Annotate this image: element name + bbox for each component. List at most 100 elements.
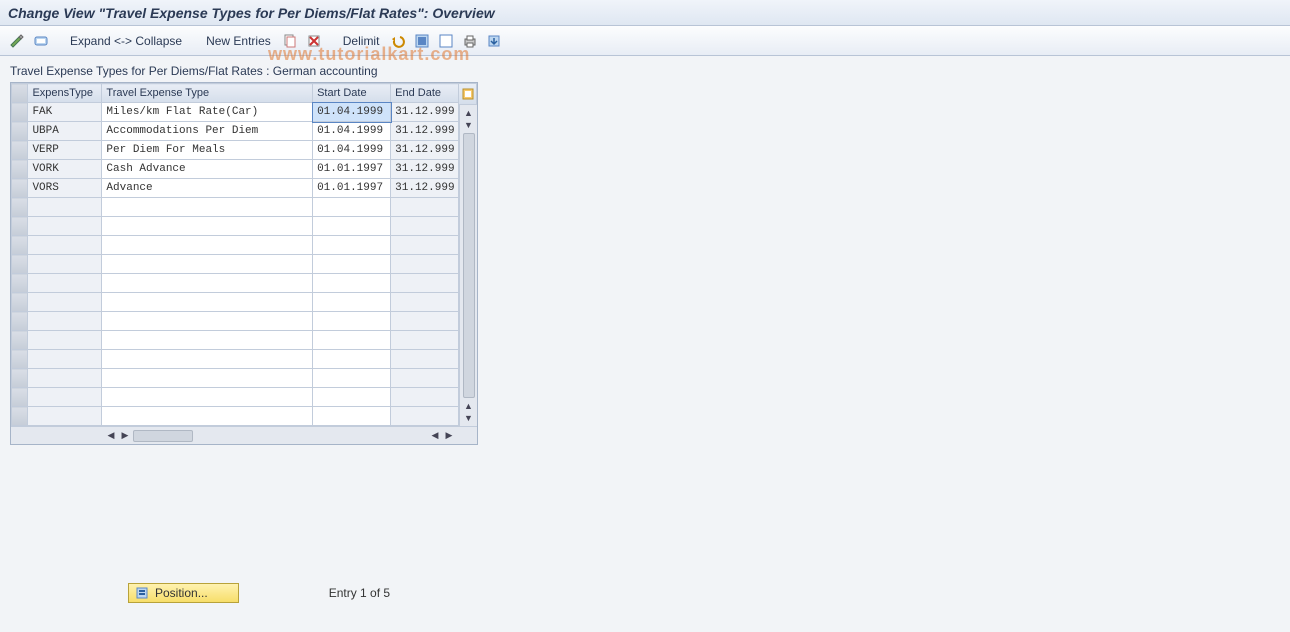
cell-empty[interactable] (313, 350, 391, 369)
scroll-thumb[interactable] (463, 133, 475, 398)
scroll-up-step-icon[interactable]: ▲ (463, 400, 475, 412)
col-end-date[interactable]: End Date (391, 84, 459, 103)
row-selector[interactable] (12, 388, 28, 407)
hscroll-thumb[interactable] (133, 430, 193, 442)
cell-empty[interactable] (28, 255, 102, 274)
row-selector[interactable] (12, 198, 28, 217)
cell-end-date[interactable]: 31.12.999 (391, 122, 459, 141)
cell-empty[interactable] (102, 350, 313, 369)
row-selector[interactable] (12, 217, 28, 236)
cell-start-date[interactable]: 01.01.1997 (313, 160, 391, 179)
cell-empty[interactable] (28, 293, 102, 312)
cell-start-date[interactable]: 01.04.1999 (313, 103, 391, 122)
table-configure-icon[interactable] (459, 83, 477, 105)
cell-empty[interactable] (102, 407, 313, 426)
row-selector[interactable] (12, 312, 28, 331)
cell-empty[interactable] (28, 274, 102, 293)
cell-expenstype[interactable]: FAK (28, 103, 102, 122)
cell-empty[interactable] (391, 369, 459, 388)
hscroll-left-icon[interactable]: ◀ (105, 430, 117, 442)
hscroll-left-step-icon[interactable]: ◀ (429, 430, 441, 442)
cell-empty[interactable] (102, 331, 313, 350)
cell-empty[interactable] (28, 236, 102, 255)
row-selector[interactable] (12, 274, 28, 293)
cell-empty[interactable] (313, 236, 391, 255)
cell-travel-expense-type[interactable]: Accommodations Per Diem (102, 122, 313, 141)
cell-empty[interactable] (391, 312, 459, 331)
cell-empty[interactable] (391, 407, 459, 426)
cell-empty[interactable] (28, 388, 102, 407)
row-selector[interactable] (12, 369, 28, 388)
cell-empty[interactable] (391, 350, 459, 369)
deselect-all-icon[interactable] (437, 32, 455, 50)
cell-empty[interactable] (391, 274, 459, 293)
cell-travel-expense-type[interactable]: Miles/km Flat Rate(Car) (102, 103, 313, 122)
cell-empty[interactable] (313, 331, 391, 350)
cell-empty[interactable] (28, 312, 102, 331)
cell-empty[interactable] (313, 217, 391, 236)
col-start-date[interactable]: Start Date (313, 84, 391, 103)
scroll-down-step-icon[interactable]: ▼ (463, 119, 475, 131)
cell-empty[interactable] (28, 350, 102, 369)
delimit-button[interactable]: Delimit (339, 32, 384, 50)
col-expenstype[interactable]: ExpensType (28, 84, 102, 103)
new-entries-button[interactable]: New Entries (202, 32, 275, 50)
cell-empty[interactable] (313, 369, 391, 388)
cell-expenstype[interactable]: VERP (28, 141, 102, 160)
cell-empty[interactable] (313, 274, 391, 293)
cell-empty[interactable] (28, 198, 102, 217)
row-selector[interactable] (12, 350, 28, 369)
vertical-scrollbar[interactable]: ▲ ▼ ▲ ▼ (459, 105, 477, 426)
row-selector-header[interactable] (12, 84, 28, 103)
cell-empty[interactable] (313, 293, 391, 312)
row-selector[interactable] (12, 407, 28, 426)
export-icon[interactable] (485, 32, 503, 50)
cell-empty[interactable] (391, 388, 459, 407)
cell-empty[interactable] (313, 407, 391, 426)
cell-empty[interactable] (102, 293, 313, 312)
row-selector[interactable] (12, 141, 28, 160)
cell-end-date[interactable]: 31.12.999 (391, 179, 459, 198)
cell-travel-expense-type[interactable]: Advance (102, 179, 313, 198)
cell-empty[interactable] (391, 236, 459, 255)
cell-start-date[interactable]: 01.04.1999 (313, 122, 391, 141)
cell-empty[interactable] (102, 369, 313, 388)
row-selector[interactable] (12, 103, 28, 122)
hscroll-right-step-icon[interactable]: ▶ (119, 430, 131, 442)
cell-empty[interactable] (28, 331, 102, 350)
cell-empty[interactable] (102, 255, 313, 274)
other-view-icon[interactable] (32, 32, 50, 50)
cell-end-date[interactable]: 31.12.999 (391, 160, 459, 179)
cell-expenstype[interactable]: VORS (28, 179, 102, 198)
cell-expenstype[interactable]: VORK (28, 160, 102, 179)
cell-expenstype[interactable]: UBPA (28, 122, 102, 141)
cell-empty[interactable] (313, 388, 391, 407)
cell-empty[interactable] (313, 312, 391, 331)
cell-end-date[interactable]: 31.12.999 (391, 103, 459, 122)
row-selector[interactable] (12, 236, 28, 255)
cell-empty[interactable] (102, 274, 313, 293)
hscroll-right-icon[interactable]: ▶ (443, 430, 455, 442)
cell-empty[interactable] (391, 293, 459, 312)
copy-icon[interactable] (281, 32, 299, 50)
delete-icon[interactable] (305, 32, 323, 50)
cell-empty[interactable] (391, 198, 459, 217)
undo-icon[interactable] (389, 32, 407, 50)
cell-empty[interactable] (313, 255, 391, 274)
row-selector[interactable] (12, 122, 28, 141)
scroll-down-icon[interactable]: ▼ (463, 412, 475, 424)
cell-empty[interactable] (28, 217, 102, 236)
cell-empty[interactable] (391, 331, 459, 350)
row-selector[interactable] (12, 331, 28, 350)
cell-empty[interactable] (391, 255, 459, 274)
row-selector[interactable] (12, 255, 28, 274)
cell-empty[interactable] (102, 198, 313, 217)
row-selector[interactable] (12, 293, 28, 312)
print-icon[interactable] (461, 32, 479, 50)
row-selector[interactable] (12, 160, 28, 179)
col-travel-expense-type[interactable]: Travel Expense Type (102, 84, 313, 103)
cell-empty[interactable] (28, 407, 102, 426)
cell-end-date[interactable]: 31.12.999 (391, 141, 459, 160)
cell-start-date[interactable]: 01.04.1999 (313, 141, 391, 160)
expand-collapse-button[interactable]: Expand <-> Collapse (66, 32, 186, 50)
